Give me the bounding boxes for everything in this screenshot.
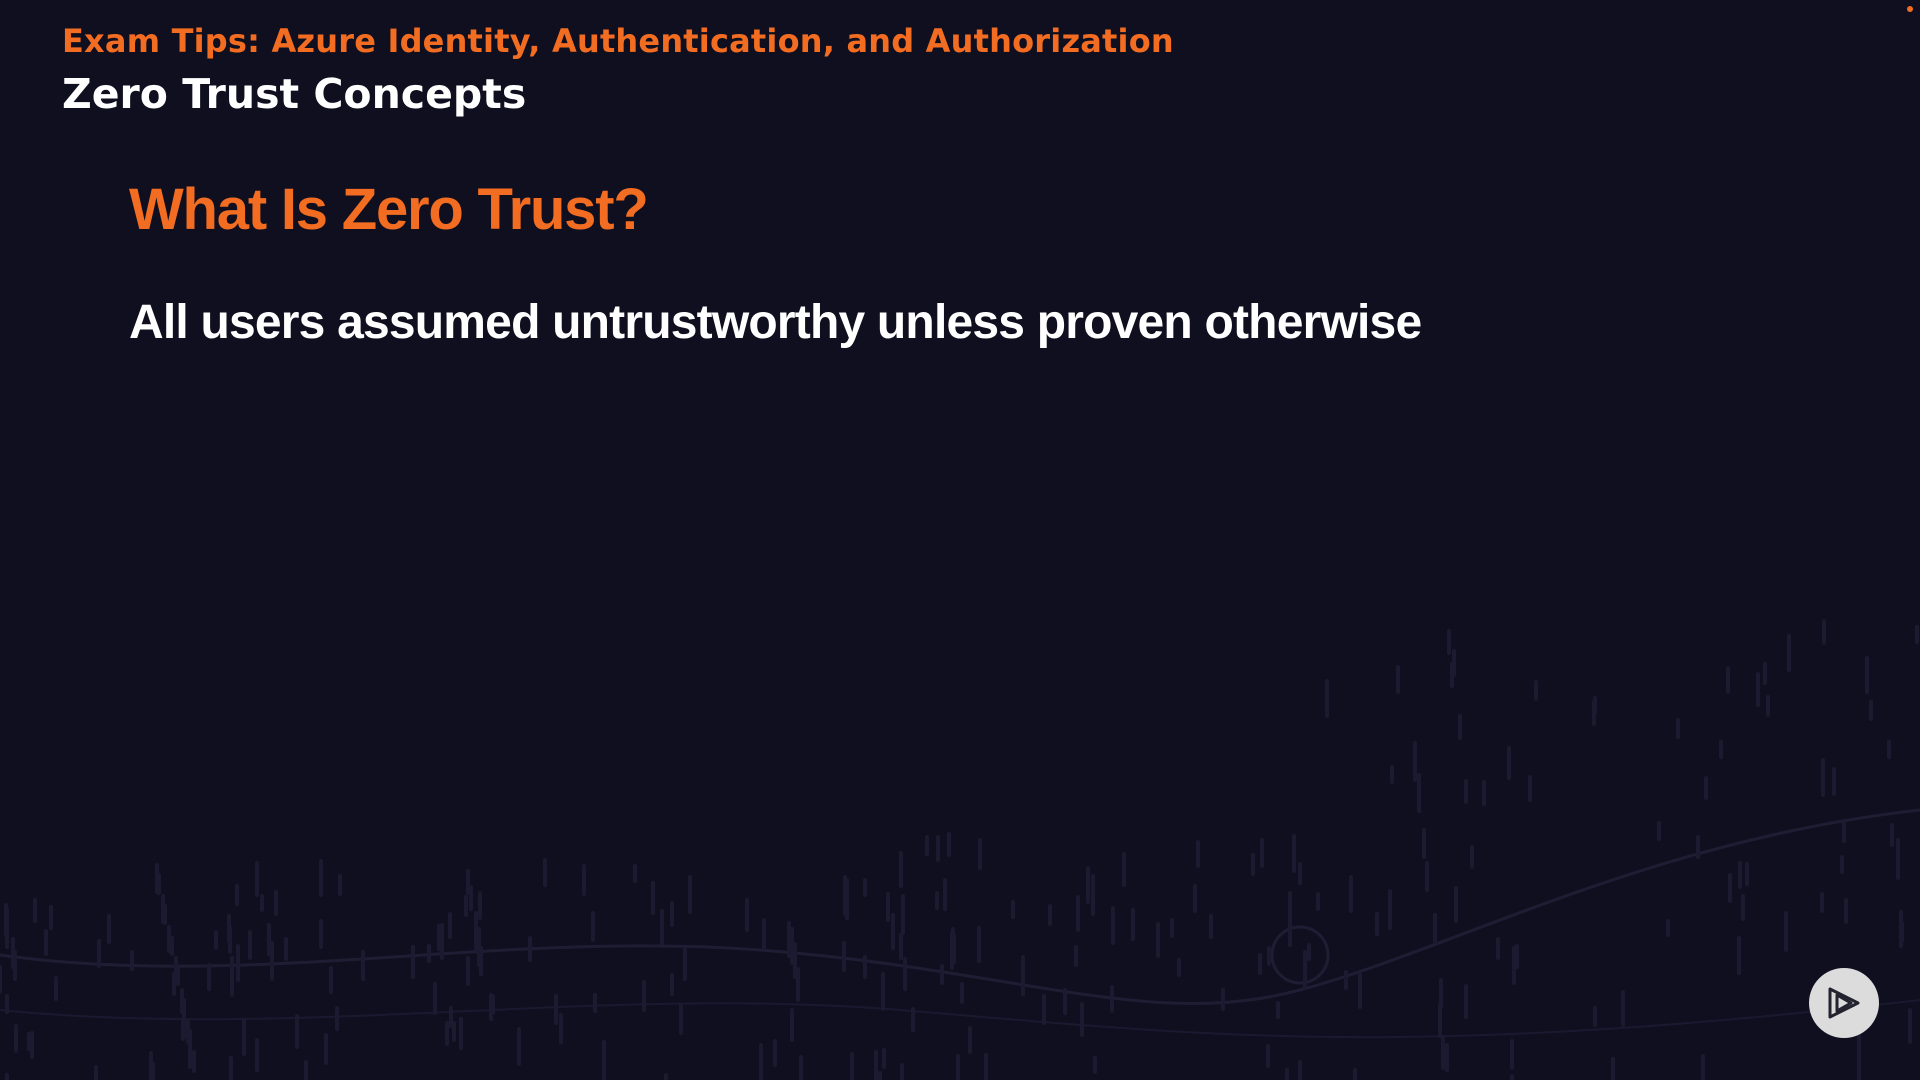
play-logo-icon: [1828, 987, 1860, 1019]
module-title: Zero Trust Concepts: [62, 70, 527, 118]
slide-statement: All users assumed untrustworthy unless p…: [129, 296, 1422, 349]
slide: Exam Tips: Azure Identity, Authenticatio…: [0, 0, 1920, 1080]
course-title: Exam Tips: Azure Identity, Authenticatio…: [62, 22, 1174, 60]
slide-heading: What Is Zero Trust?: [129, 177, 649, 242]
corner-dot: [1907, 6, 1913, 12]
background-pattern: [0, 619, 1920, 1080]
player-logo-button[interactable]: [1809, 968, 1879, 1038]
